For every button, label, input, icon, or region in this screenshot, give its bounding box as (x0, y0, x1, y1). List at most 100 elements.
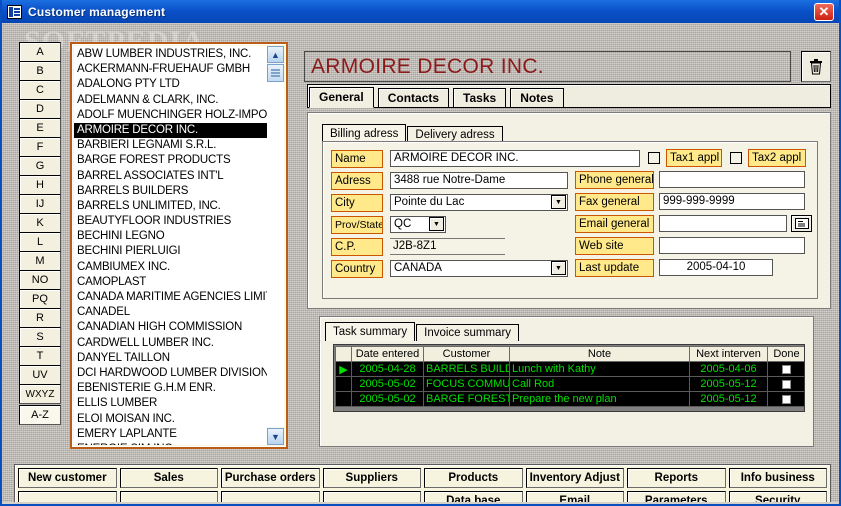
list-item[interactable]: ADALONG PTY LTD (74, 77, 270, 92)
toolbar-button-inventory-adjust[interactable]: Inventory Adjust (525, 468, 624, 488)
email-field[interactable] (659, 215, 787, 232)
country-dropdown-chevron-down-icon[interactable]: ▼ (551, 261, 566, 275)
list-item[interactable]: ARMOIRE DECOR INC. (74, 122, 270, 139)
alpha-button-d[interactable]: D (19, 99, 61, 119)
row-marker-icon[interactable]: ▶ (335, 361, 352, 377)
alpha-button-r[interactable]: R (19, 308, 61, 328)
list-item[interactable]: ADOLF MUENCHINGER HOLZ-IMPOF (74, 108, 270, 123)
tab-notes[interactable]: Notes (510, 88, 564, 108)
column-header-note[interactable]: Note (509, 346, 690, 362)
prov-state-dropdown-chevron-down-icon[interactable]: ▼ (429, 217, 444, 231)
tab-tasks[interactable]: Tasks (453, 88, 507, 108)
column-header-done[interactable]: Done (767, 346, 804, 362)
city-dropdown-chevron-down-icon[interactable]: ▼ (551, 195, 566, 209)
alpha-button-s[interactable]: S (19, 327, 61, 347)
done-checkbox[interactable] (782, 379, 791, 389)
toolbar-button-row2-more-3[interactable]: ... (322, 491, 421, 502)
list-item[interactable]: BARGE FOREST PRODUCTS (74, 153, 270, 168)
alpha-button-f[interactable]: F (19, 137, 61, 157)
toolbar-button-sales[interactable]: Sales (119, 468, 218, 488)
fax-field[interactable]: 999-999-9999 (659, 193, 805, 210)
phone-field[interactable] (659, 171, 805, 188)
list-item[interactable]: ADELMANN & CLARK, INC. (74, 93, 270, 108)
list-item[interactable]: EBENISTERIE G.H.M ENR. (74, 381, 270, 396)
cell-date-entered[interactable]: 2005-05-02 (351, 376, 424, 392)
column-header-next-interven[interactable]: Next interven (689, 346, 768, 362)
alpha-button-b[interactable]: B (19, 61, 61, 81)
toolbar-button-new-customer[interactable]: New customer (18, 468, 117, 488)
toolbar-button-row2-more-2[interactable]: ... (221, 491, 320, 502)
scrollbar-thumb[interactable] (267, 64, 284, 82)
toolbar-button-email[interactable]: Email (525, 491, 624, 502)
tax1-checkbox[interactable] (648, 152, 660, 164)
cell-customer[interactable]: FOCUS COMMUNIC (423, 376, 510, 392)
cell-note[interactable]: Call Rod (509, 376, 690, 392)
cell-done[interactable] (767, 391, 804, 407)
scroll-up-icon[interactable]: ▲ (267, 46, 284, 63)
alpha-button-l[interactable]: L (19, 232, 61, 252)
send-email-button[interactable] (791, 215, 812, 232)
toolbar-button-info-business[interactable]: Info business (728, 468, 827, 488)
scroll-down-icon[interactable]: ▼ (267, 428, 284, 445)
alpha-button-a[interactable]: A (19, 42, 61, 62)
table-row[interactable]: 2005-05-02FOCUS COMMUNICCall Rod2005-05-… (335, 376, 804, 392)
tab-invoice-summary[interactable]: Invoice summary (416, 324, 520, 341)
customer-list-items[interactable]: ABW LUMBER INDUSTRIES, INC. ACKERMANN-FRU… (74, 46, 270, 445)
toolbar-button-suppliers[interactable]: Suppliers (322, 468, 421, 488)
tax2-checkbox[interactable] (730, 152, 742, 164)
column-header-date-entered[interactable]: Date entered (351, 346, 424, 362)
list-item[interactable]: BECHINI PIERLUIGI (74, 244, 270, 259)
cell-next-intervention[interactable]: 2005-05-12 (689, 391, 768, 407)
table-row[interactable]: ▶2005-04-28BARRELS BUILDERLunch with Kat… (335, 361, 804, 377)
list-item[interactable]: EMERY LAPLANTE (74, 427, 270, 442)
list-item[interactable]: BEAUTYFLOOR INDUSTRIES (74, 214, 270, 229)
alpha-button-pq[interactable]: PQ (19, 289, 61, 309)
toolbar-button-row2-more-0[interactable]: ... (18, 491, 117, 502)
country-field[interactable]: CANADA (390, 260, 568, 277)
list-item[interactable]: DCI HARDWOOD LUMBER DIVISION (74, 366, 270, 381)
list-item[interactable]: ACKERMANN-FRUEHAUF GMBH (74, 62, 270, 77)
close-icon[interactable]: ✕ (814, 2, 834, 21)
list-item[interactable]: ENERGIE SIM INC. (74, 442, 270, 445)
alpha-button-c[interactable]: C (19, 80, 61, 100)
alpha-button-g[interactable]: G (19, 156, 61, 176)
toolbar-button-row2-more-1[interactable]: ... (119, 491, 218, 502)
toolbar-button-data-base[interactable]: Data base (424, 491, 523, 502)
list-item[interactable]: BECHINI LEGNO (74, 229, 270, 244)
done-checkbox[interactable] (782, 364, 791, 374)
list-item[interactable]: ELLIS LUMBER (74, 396, 270, 411)
table-row[interactable]: 2005-05-02BARGE FOREST PRPrepare the new… (335, 391, 804, 407)
list-item[interactable]: CANADIAN HIGH COMMISSION (74, 320, 270, 335)
list-item[interactable]: CANADEL (74, 305, 270, 320)
row-marker-icon[interactable] (335, 391, 352, 407)
list-item[interactable]: BARRELS BUILDERS (74, 184, 270, 199)
alpha-button-m[interactable]: M (19, 251, 61, 271)
postal-code-field[interactable]: J2B-8Z1 (390, 238, 505, 255)
column-header-customer[interactable]: Customer (423, 346, 510, 362)
alpha-button-ij[interactable]: IJ (19, 194, 61, 214)
delete-customer-button[interactable] (801, 51, 831, 82)
toolbar-button-parameters[interactable]: Parameters (627, 491, 726, 502)
cell-done[interactable] (767, 361, 804, 377)
cell-done[interactable] (767, 376, 804, 392)
alpha-button-no[interactable]: NO (19, 270, 61, 290)
customer-list-scrollbar[interactable]: ▲ ▼ (267, 46, 284, 445)
alpha-button-e[interactable]: E (19, 118, 61, 138)
cell-next-intervention[interactable]: 2005-05-12 (689, 376, 768, 392)
alpha-button-k[interactable]: K (19, 213, 61, 233)
list-item[interactable]: CARDWELL LUMBER INC. (74, 336, 270, 351)
toolbar-button-products[interactable]: Products (424, 468, 523, 488)
column-header-marker[interactable] (335, 346, 352, 362)
alpha-button-all[interactable]: A-Z (19, 405, 61, 425)
website-field[interactable] (659, 237, 805, 254)
city-field[interactable]: Pointe du Lac (390, 194, 568, 211)
alpha-button-uv[interactable]: UV (19, 365, 61, 385)
done-checkbox[interactable] (782, 394, 791, 404)
cell-customer[interactable]: BARRELS BUILDER (423, 361, 510, 377)
scrollbar-track[interactable] (267, 82, 284, 427)
task-summary-grid[interactable]: Date entered Customer Note Next interven Don… (333, 344, 805, 412)
alpha-button-h[interactable]: H (19, 175, 61, 195)
list-item[interactable]: CANADA MARITIME AGENCIES LIMIT (74, 290, 270, 305)
tab-general[interactable]: General (309, 87, 374, 108)
name-field[interactable]: ARMOIRE DECOR INC. (390, 150, 640, 167)
